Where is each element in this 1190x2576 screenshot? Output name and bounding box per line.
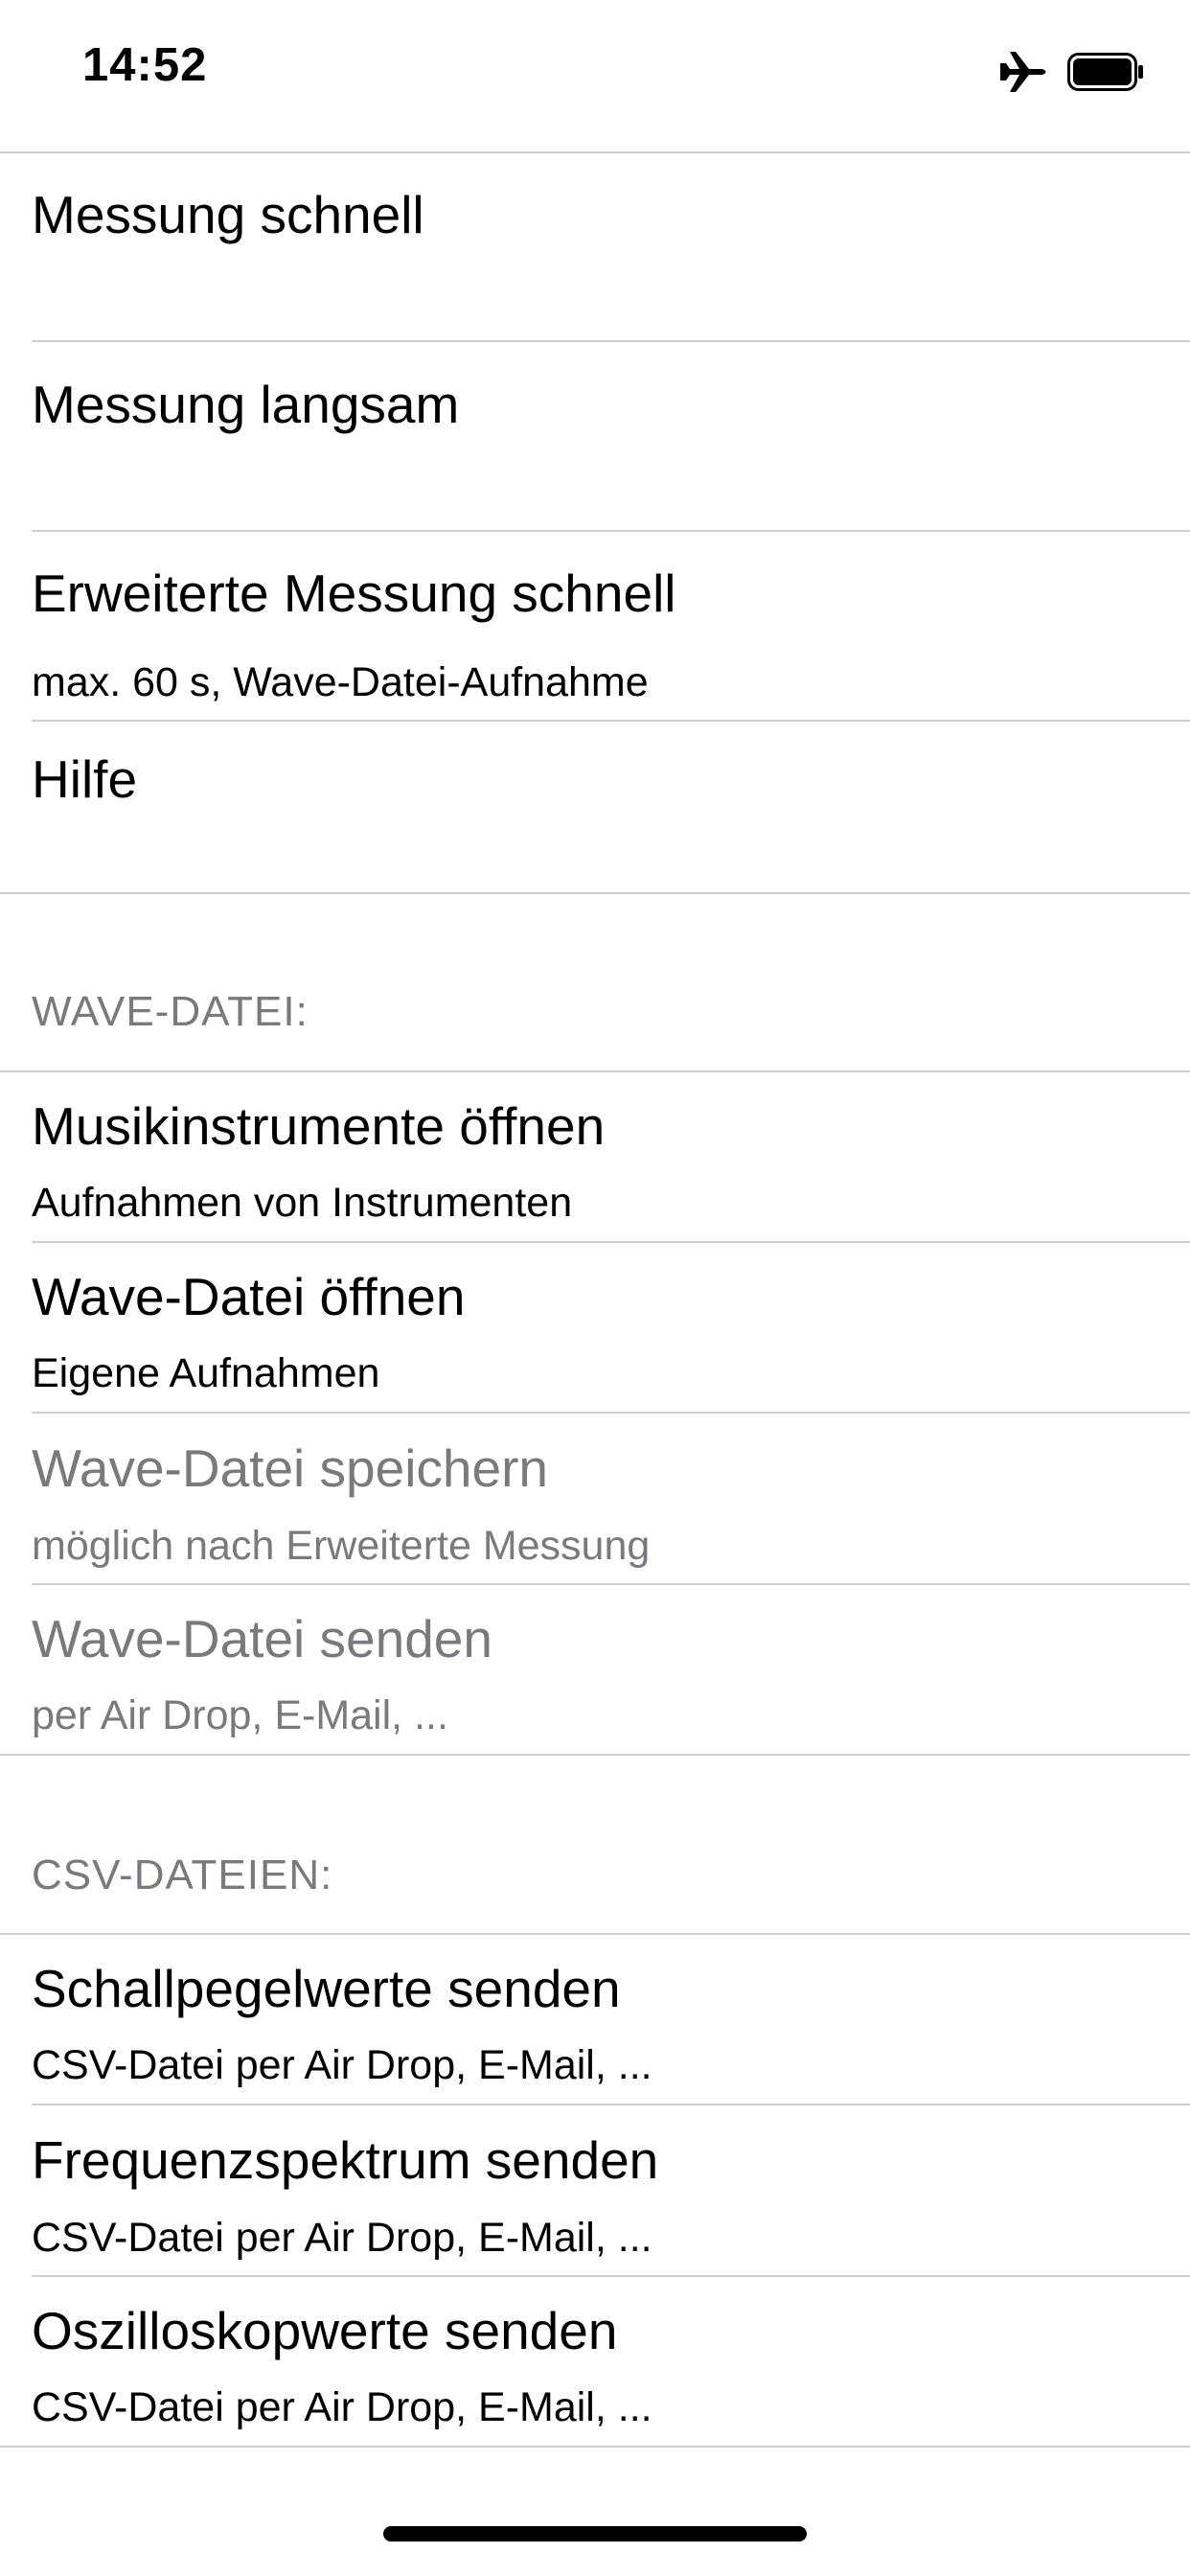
- menu-item-subtitle: CSV-Datei per Air Drop, E-Mail, ...: [32, 2384, 652, 2430]
- status-time: 14:52: [82, 39, 208, 91]
- menu-item-wave-datei-oeffnen[interactable]: Wave-Datei öffnen Eigene Aufnahmen: [0, 1243, 1190, 1412]
- menu-item-subtitle: max. 60 s, Wave-Datei-Aufnahme: [32, 659, 649, 705]
- menu-item-title: Wave-Datei speichern: [32, 1438, 549, 1498]
- menu-item-messung-schnell[interactable]: Messung schnell: [0, 153, 1190, 341]
- separator: [0, 2446, 1190, 2448]
- status-bar: 14:52: [0, 0, 1190, 144]
- menu-item-oszilloskopwerte-senden[interactable]: Oszilloskopwerte senden CSV-Datei per Ai…: [0, 2277, 1190, 2446]
- menu-item-subtitle: per Air Drop, E-Mail, ...: [32, 1692, 448, 1738]
- menu-item-title: Wave-Datei öffnen: [32, 1267, 466, 1326]
- separator: [0, 1754, 1190, 1756]
- airplane-icon: [1000, 52, 1046, 92]
- menu-item-title: Wave-Datei senden: [32, 1609, 492, 1668]
- separator: [0, 892, 1190, 894]
- menu-item-subtitle: Aufnahmen von Instrumenten: [32, 1180, 573, 1226]
- menu-item-frequenzspektrum-senden[interactable]: Frequenzspektrum senden CSV-Datei per Ai…: [0, 2105, 1190, 2276]
- menu-item-erweiterte-messung-schnell[interactable]: Erweiterte Messung schnell max. 60 s, Wa…: [0, 532, 1190, 720]
- battery-icon: [1067, 53, 1143, 91]
- menu-item-wave-datei-senden[interactable]: Wave-Datei senden per Air Drop, E-Mail, …: [0, 1585, 1190, 1754]
- menu-item-hilfe[interactable]: Hilfe: [0, 722, 1190, 892]
- menu-item-subtitle: Eigene Aufnahmen: [32, 1350, 380, 1396]
- menu-item-title: Oszilloskopwerte senden: [32, 2301, 618, 2360]
- section-header-csv: CSV-DATEIEN:: [32, 1852, 333, 1898]
- menu-item-messung-langsam[interactable]: Messung langsam: [0, 342, 1190, 530]
- menu-item-musikinstrumente-oeffnen[interactable]: Musikinstrumente öffnen Aufnahmen von In…: [0, 1072, 1190, 1241]
- menu-item-wave-datei-speichern[interactable]: Wave-Datei speichern möglich nach Erweit…: [0, 1414, 1190, 1582]
- menu-item-schallpegelwerte-senden[interactable]: Schallpegelwerte senden CSV-Datei per Ai…: [0, 1935, 1190, 2104]
- menu-item-title: Frequenzspektrum senden: [32, 2130, 659, 2190]
- section-header-wave: WAVE-DATEI:: [32, 988, 309, 1035]
- menu-item-title: Hilfe: [32, 749, 138, 809]
- menu-item-title: Erweiterte Messung schnell: [32, 564, 676, 623]
- menu-item-subtitle: CSV-Datei per Air Drop, E-Mail, ...: [32, 2215, 652, 2261]
- menu-item-title: Messung langsam: [32, 375, 460, 434]
- menu-item-subtitle: CSV-Datei per Air Drop, E-Mail, ...: [32, 2042, 652, 2088]
- menu-item-title: Schallpegelwerte senden: [32, 1959, 621, 2018]
- menu-item-subtitle: möglich nach Erweiterte Messung: [32, 1523, 651, 1569]
- menu-item-title: Musikinstrumente öffnen: [32, 1096, 606, 1156]
- menu-item-title: Messung schnell: [32, 185, 424, 244]
- home-indicator[interactable]: [383, 2526, 807, 2542]
